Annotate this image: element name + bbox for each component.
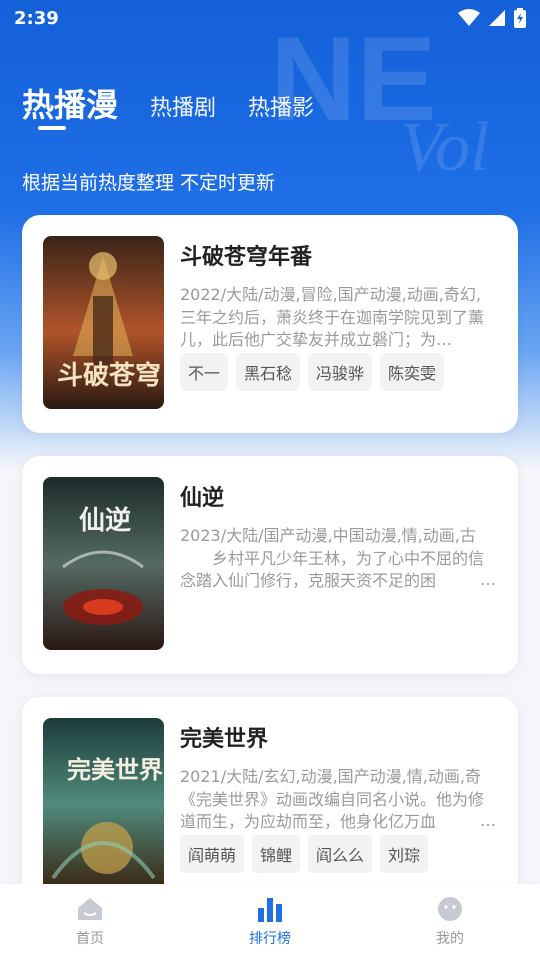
poster-image: 完美世界: [43, 718, 164, 891]
nav-home[interactable]: 首页: [30, 896, 150, 948]
signal-icon: [489, 10, 505, 26]
category-tabs: 热播漫 热播剧 热播影: [22, 80, 314, 126]
cast-tag[interactable]: 陈奕雯: [380, 353, 445, 391]
nav-label: 排行榜: [249, 931, 291, 947]
profile-icon: [438, 897, 462, 921]
svg-text:仙逆: 仙逆: [79, 505, 131, 536]
cast-tag[interactable]: 黑石稔: [236, 353, 301, 391]
nav-ranking[interactable]: 排行榜: [210, 896, 330, 948]
tag-list: 不一 黑石稔 冯骏骅 陈奕雯: [180, 353, 445, 391]
card-meta: 2022/大陆/动漫,冒险,国产动漫,动画,奇幻,: [180, 285, 481, 304]
card-description: 《完美世界》动画改编自同名小说。他为修道而生，为应劫而至，他身化亿万血: [180, 790, 485, 831]
svg-text:斗破苍穹: 斗破苍穹: [57, 360, 161, 391]
nav-label: 首页: [76, 931, 104, 947]
status-time: 2:39: [14, 7, 59, 29]
card-meta: 2023/大陆/国产动漫,中国动漫,情,动画,古: [180, 526, 476, 545]
poster-image: 斗破苍穹: [43, 236, 164, 409]
more-ellipsis: …: [480, 570, 496, 589]
cast-tag[interactable]: 不一: [180, 353, 229, 391]
anime-card[interactable]: 仙逆 仙逆 2023/大陆/国产动漫,中国动漫,情,动画,古 乡村平凡少年王林，…: [22, 456, 518, 674]
active-tab-indicator: [38, 126, 66, 130]
card-meta: 2021/大陆/玄幻,动漫,国产动漫,情,动画,奇: [180, 767, 481, 786]
cast-tag[interactable]: 锦鲤: [252, 835, 301, 873]
home-icon: [78, 898, 102, 920]
card-title: 完美世界: [180, 727, 269, 752]
anime-card[interactable]: 斗破苍穹 斗破苍穹年番 2022/大陆/动漫,冒险,国产动漫,动画,奇幻, 三年…: [22, 215, 518, 433]
cast-tag[interactable]: 刘琮: [380, 835, 429, 873]
list-subtitle: 根据当前热度整理 不定时更新: [22, 172, 276, 194]
more-ellipsis: …: [480, 811, 496, 830]
anime-card[interactable]: 完美世界 完美世界 2021/大陆/玄幻,动漫,国产动漫,情,动画,奇 《完美世…: [22, 697, 518, 915]
bottom-navigation: 首页 排行榜 我的: [0, 884, 540, 960]
wifi-icon: [458, 9, 480, 26]
card-title: 斗破苍穹年番: [180, 245, 313, 270]
tag-list: 阎萌萌 锦鲤 阎么么 刘琮: [180, 835, 429, 873]
card-description: 三年之约后，萧炎终于在迦南学院见到了薰儿，此后他广交挚友并成立磐门；为…: [180, 308, 485, 349]
svg-text:完美世界: 完美世界: [67, 755, 163, 784]
cast-tag[interactable]: 阎么么: [308, 835, 373, 873]
tab-hot-movie[interactable]: 热播影: [248, 90, 314, 126]
nav-profile[interactable]: 我的: [390, 896, 510, 948]
svg-text:Vol: Vol: [400, 109, 489, 186]
bar-chart-icon: [258, 898, 282, 922]
poster-image: 仙逆: [43, 477, 164, 650]
nav-label: 我的: [436, 931, 464, 947]
cast-tag[interactable]: 阎萌萌: [180, 835, 245, 873]
cast-tag[interactable]: 冯骏骅: [308, 353, 373, 391]
card-description: 乡村平凡少年王林，为了心中不屈的信念踏入仙门修行，克服天资不足的困: [180, 549, 485, 590]
status-icons: [458, 8, 526, 28]
tab-hot-anime[interactable]: 热播漫: [22, 80, 118, 126]
tab-hot-drama[interactable]: 热播剧: [150, 90, 216, 126]
battery-icon: [514, 8, 526, 28]
card-title: 仙逆: [180, 486, 225, 511]
status-bar: 2:39: [0, 0, 540, 36]
